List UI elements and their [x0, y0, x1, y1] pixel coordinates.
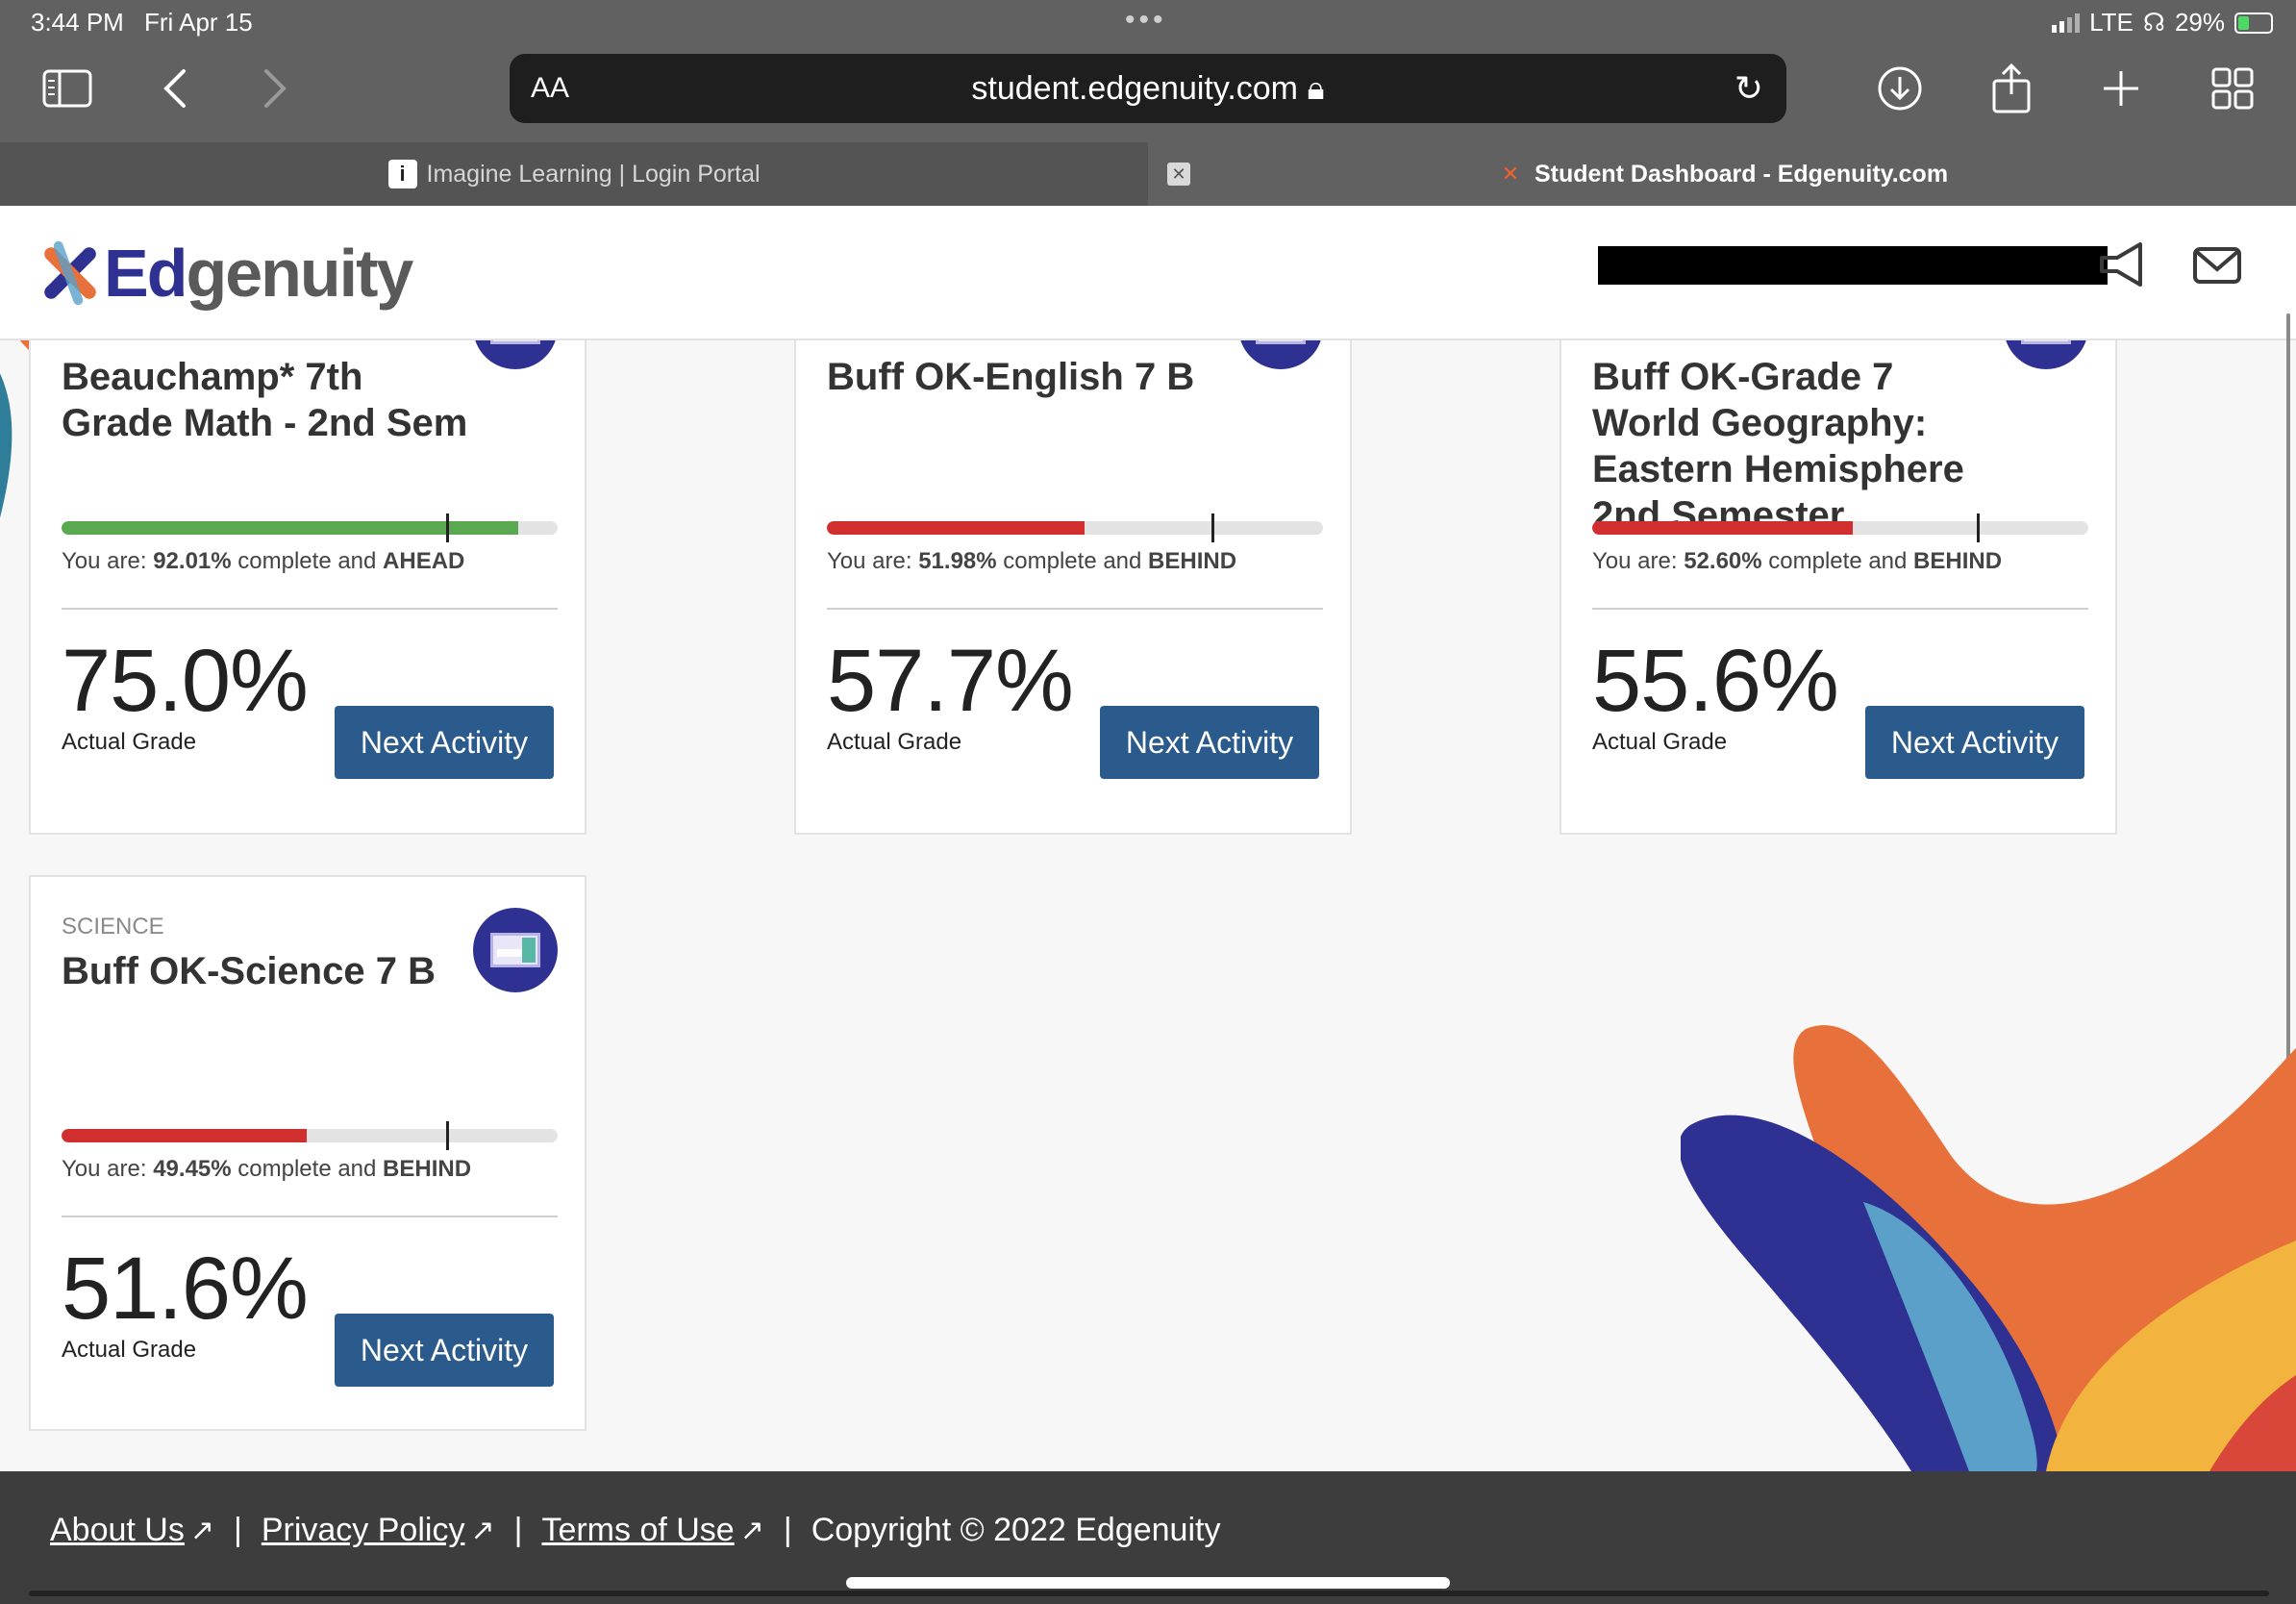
- actual-grade-label: Actual Grade: [1592, 729, 1728, 755]
- new-tab-icon[interactable]: [2092, 60, 2150, 117]
- battery-icon: [2234, 12, 2273, 34]
- progress-bar: [62, 521, 558, 535]
- lock-icon: 🔒︎: [1307, 69, 1325, 107]
- tab-label: Imagine Learning | Login Portal: [426, 160, 761, 188]
- url-text: student.edgenuity.com 🔒︎: [971, 69, 1325, 107]
- status-date: Fri Apr 15: [144, 8, 253, 37]
- external-link-icon: ↗: [189, 1515, 214, 1546]
- next-activity-button[interactable]: Next Activity: [335, 706, 554, 779]
- multitasking-dots-icon[interactable]: •••: [1125, 4, 1167, 37]
- course-card: Buff OK-Grade 7 World Geography: Eastern…: [1560, 340, 2117, 835]
- progress-target-marker: [446, 1121, 449, 1150]
- actual-grade-label: Actual Grade: [62, 1337, 197, 1363]
- decorative-shape-left: [0, 340, 29, 518]
- tab-student-dashboard[interactable]: ✕ ✕ Student Dashboard - Edgenuity.com: [1148, 142, 2296, 206]
- terms-of-use-link[interactable]: Terms of Use: [541, 1512, 734, 1549]
- actual-grade-value: 57.7%: [827, 632, 1074, 730]
- actual-grade-value: 51.6%: [62, 1240, 309, 1338]
- site-header: Edgenuity: [0, 206, 2296, 340]
- external-link-icon: ↗: [739, 1515, 764, 1546]
- forward-icon[interactable]: [246, 60, 304, 117]
- tab-imagine-learning[interactable]: i Imagine Learning | Login Portal: [0, 142, 1148, 206]
- actual-grade-value: 55.6%: [1592, 632, 1839, 730]
- about-us-link[interactable]: About Us: [50, 1512, 185, 1549]
- megaphone-icon[interactable]: [2098, 240, 2148, 300]
- next-activity-button[interactable]: Next Activity: [1100, 706, 1319, 779]
- course-card: Buff OK-English 7 B You are: 51.98% comp…: [794, 340, 1352, 835]
- course-title[interactable]: Buff OK-Grade 7 World Geography: Eastern…: [1592, 354, 2006, 539]
- mail-icon[interactable]: [2192, 240, 2242, 296]
- progress-target-marker: [1977, 514, 1980, 542]
- site-footer: About Us ↗ | Privacy Policy ↗ | Terms of U…: [0, 1471, 2296, 1604]
- card-divider: [62, 1216, 558, 1217]
- course-card: SCIENCE Buff OK-Science 7 B You are: 49.…: [29, 875, 586, 1431]
- course-type-icon: [2004, 340, 2088, 369]
- status-time: 3:44 PM: [31, 8, 124, 37]
- actual-grade-label: Actual Grade: [62, 729, 197, 755]
- edgenuity-x-icon: [38, 239, 102, 307]
- progress-status: You are: 49.45% complete and BEHIND: [62, 1156, 472, 1182]
- next-activity-button[interactable]: Next Activity: [1865, 706, 2084, 779]
- decorative-shape-right: [1681, 1025, 2296, 1471]
- battery-percent: 29%: [2174, 8, 2225, 37]
- edgenuity-logo[interactable]: Edgenuity: [38, 235, 413, 312]
- actual-grade-value: 75.0%: [62, 632, 309, 730]
- course-type-icon: [473, 908, 558, 992]
- tab-label: Student Dashboard - Edgenuity.com: [1534, 160, 1949, 188]
- status-indicators: LTE ☊ 29%: [2052, 8, 2273, 38]
- progress-status: You are: 92.01% complete and AHEAD: [62, 548, 465, 574]
- address-bar[interactable]: AA student.edgenuity.com 🔒︎ ↻: [510, 54, 1786, 123]
- text-size-button[interactable]: AA: [531, 72, 569, 105]
- progress-bar: [1592, 521, 2088, 535]
- progress-bar: [62, 1129, 558, 1142]
- headphones-icon: ☊: [2142, 8, 2165, 37]
- footer-scrollbar: [29, 1591, 2269, 1596]
- actual-grade-label: Actual Grade: [827, 729, 962, 755]
- back-icon[interactable]: [146, 60, 204, 117]
- footer-separator: |: [234, 1512, 242, 1548]
- share-icon[interactable]: [1983, 60, 2040, 117]
- course-title[interactable]: Beauchamp* 7th Grade Math - 2nd Sem: [62, 354, 475, 446]
- course-type-icon: [473, 340, 558, 369]
- tab-bar: i Imagine Learning | Login Portal ✕ ✕ St…: [0, 142, 2296, 206]
- imagine-learning-favicon-icon: i: [387, 160, 417, 188]
- course-card: Beauchamp* 7th Grade Math - 2nd Sem You …: [29, 340, 586, 835]
- external-link-icon: ↗: [470, 1515, 495, 1546]
- logo-wordmark: Edgenuity: [104, 236, 413, 311]
- card-divider: [1592, 608, 2088, 610]
- card-divider: [827, 608, 1323, 610]
- network-label: LTE: [2089, 8, 2134, 37]
- reload-icon[interactable]: ↻: [1734, 68, 1763, 109]
- progress-status: You are: 51.98% complete and BEHIND: [827, 548, 1237, 574]
- course-subject: SCIENCE: [62, 914, 164, 940]
- course-list: Beauchamp* 7th Grade Math - 2nd Sem You …: [0, 340, 2296, 1471]
- browser-chrome: 3:44 PM Fri Apr 15 ••• LTE ☊ 29% AA stud…: [0, 0, 2296, 142]
- course-title[interactable]: Buff OK-Science 7 B: [62, 948, 475, 994]
- copyright-text: Copyright © 2022 Edgenuity: [811, 1512, 1221, 1548]
- footer-separator: |: [513, 1512, 523, 1548]
- edgenuity-favicon-icon: ✕: [1501, 162, 1520, 186]
- home-indicator[interactable]: [846, 1577, 1450, 1589]
- close-tab-icon[interactable]: ✕: [1167, 163, 1190, 186]
- redacted-user-area: [1598, 246, 2108, 285]
- tab-overview-icon[interactable]: [2204, 60, 2261, 117]
- progress-target-marker: [446, 514, 449, 542]
- sidebar-toggle-icon[interactable]: [38, 60, 96, 117]
- footer-links: About Us ↗ | Privacy Policy ↗ | Terms of U…: [50, 1512, 1220, 1549]
- progress-status: You are: 52.60% complete and BEHIND: [1592, 548, 2003, 574]
- progress-target-marker: [1211, 514, 1214, 542]
- signal-icon: [2052, 13, 2081, 33]
- next-activity-button[interactable]: Next Activity: [335, 1314, 554, 1387]
- course-title[interactable]: Buff OK-English 7 B: [827, 354, 1240, 400]
- download-icon[interactable]: [1871, 60, 1929, 117]
- privacy-policy-link[interactable]: Privacy Policy: [262, 1512, 465, 1549]
- card-divider: [62, 608, 558, 610]
- footer-separator: |: [783, 1512, 792, 1548]
- progress-bar: [827, 521, 1323, 535]
- course-type-icon: [1238, 340, 1323, 369]
